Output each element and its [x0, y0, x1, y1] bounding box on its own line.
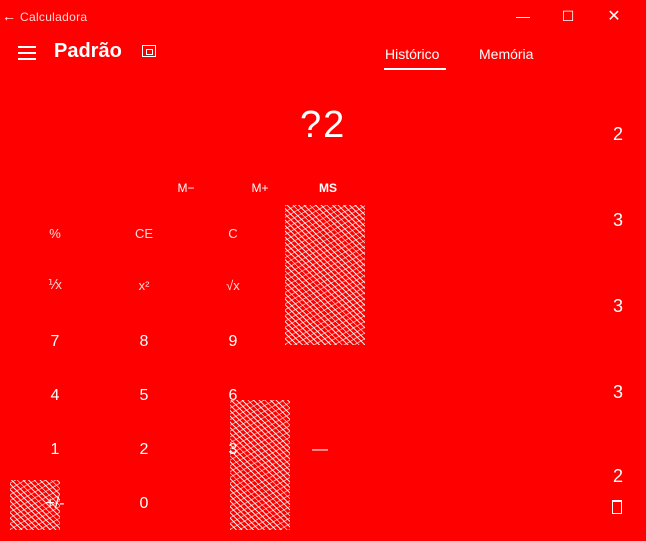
- hamburger-menu-icon[interactable]: [18, 44, 36, 62]
- close-button[interactable]: ✕: [604, 6, 624, 26]
- history-item[interactable]: 2: [608, 124, 628, 145]
- reciprocal-button[interactable]: ⅟x: [25, 270, 85, 300]
- clear-entry-button[interactable]: CE: [114, 218, 174, 248]
- memory-add-button[interactable]: M+: [240, 181, 280, 195]
- digit-4-button[interactable]: 4: [25, 381, 85, 411]
- clear-button[interactable]: C: [203, 218, 263, 248]
- minimize-button[interactable]: —: [513, 6, 533, 26]
- percent-button[interactable]: %: [25, 218, 85, 248]
- keep-on-top-icon[interactable]: [142, 45, 156, 57]
- image-artifact: [230, 400, 290, 530]
- app-title: Calculadora: [20, 10, 88, 24]
- tab-memory[interactable]: Memória: [479, 46, 533, 62]
- digit-1-button[interactable]: 1: [25, 435, 85, 465]
- maximize-button[interactable]: ☐: [558, 6, 578, 26]
- digit-8-button[interactable]: 8: [114, 327, 174, 357]
- square-button[interactable]: x²: [114, 270, 174, 300]
- memory-store-button[interactable]: MS: [308, 181, 348, 195]
- image-artifact: [285, 205, 365, 345]
- negate-button[interactable]: +/-: [25, 489, 85, 519]
- digit-6-button[interactable]: 6: [203, 381, 263, 411]
- history-item[interactable]: 2: [608, 466, 628, 487]
- digit-2-button[interactable]: 2: [114, 435, 174, 465]
- history-item[interactable]: 3: [608, 382, 628, 403]
- digit-9-button[interactable]: 9: [203, 327, 263, 357]
- active-tab-indicator: [384, 68, 446, 70]
- subtract-button[interactable]: —: [290, 435, 350, 465]
- back-arrow-icon[interactable]: ←: [2, 8, 16, 24]
- digit-3-button[interactable]: 3: [203, 435, 263, 465]
- digit-5-button[interactable]: 5: [114, 381, 174, 411]
- memory-subtract-button[interactable]: M−: [166, 181, 206, 195]
- tab-history[interactable]: Histórico: [385, 46, 439, 62]
- digit-7-button[interactable]: 7: [25, 327, 85, 357]
- digit-0-button[interactable]: 0: [114, 489, 174, 519]
- history-item[interactable]: 3: [608, 210, 628, 231]
- trash-icon[interactable]: [612, 500, 622, 514]
- history-item[interactable]: 3: [608, 296, 628, 317]
- square-root-button[interactable]: √x: [203, 270, 263, 300]
- display-value: ?2: [300, 104, 347, 146]
- calculator-mode-title: Padrão: [54, 40, 122, 62]
